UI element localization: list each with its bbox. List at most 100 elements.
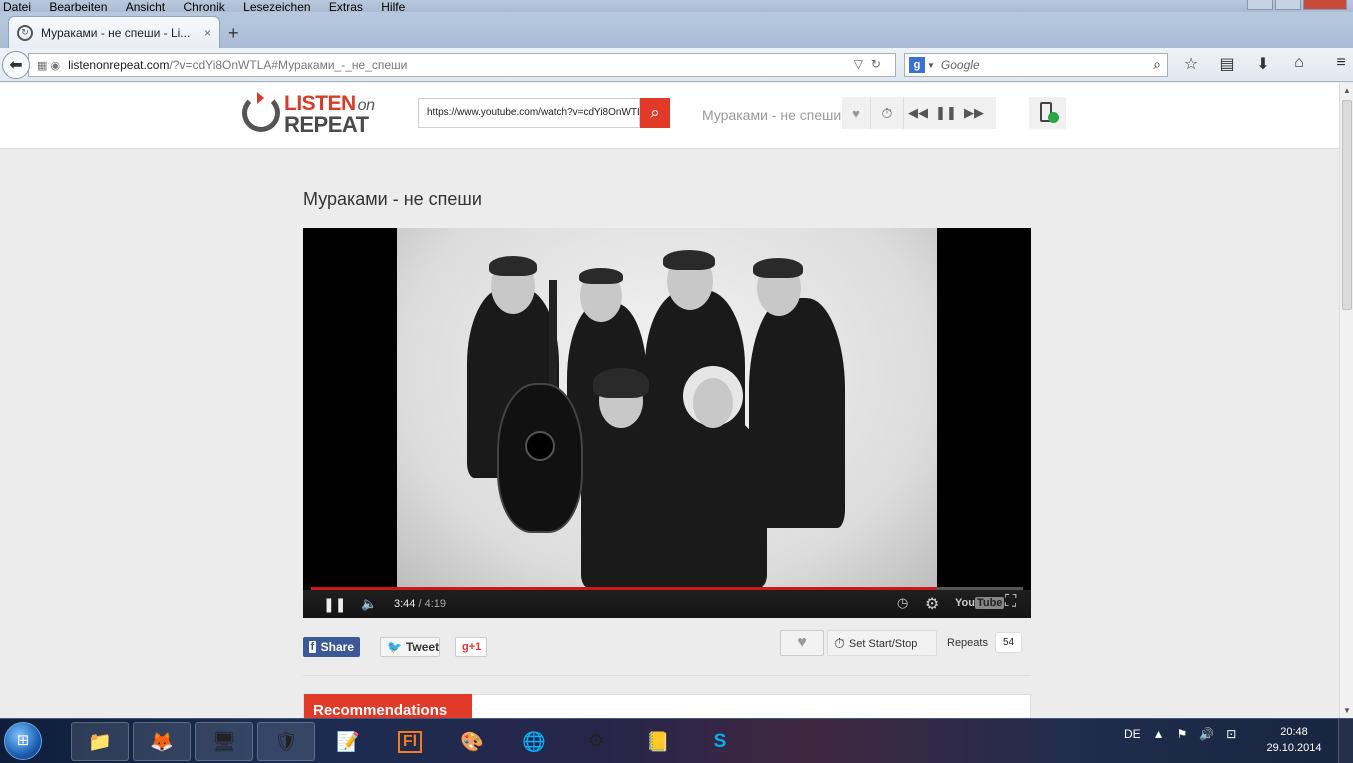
url-bar[interactable]: ▦ ◉ listenonrepeat.com/?v=cdYi8OnWTLA#Му…: [28, 53, 896, 77]
scroll-down-icon[interactable]: ▼: [1343, 706, 1351, 715]
divider: [303, 675, 1031, 676]
fullscreen-icon[interactable]: ⛶: [1005, 593, 1016, 611]
heart-icon[interactable]: ♥: [842, 106, 870, 121]
next-icon[interactable]: ▶▶: [960, 105, 988, 121]
show-desktop-button[interactable]: [1338, 719, 1353, 763]
menu-view[interactable]: Ansicht: [126, 1, 165, 12]
watch-later-icon[interactable]: ◷: [897, 595, 908, 611]
editor-icon: 📝: [336, 731, 360, 753]
skype-icon: S: [713, 730, 727, 752]
taskbar-taskmanager[interactable]: 🖥: [195, 722, 253, 761]
palette-icon: 🎨: [460, 731, 484, 753]
volume-icon[interactable]: 🔊: [1199, 727, 1214, 741]
navigation-bar: ▦ ◉ listenonrepeat.com/?v=cdYi8OnWTLA#Му…: [0, 48, 1353, 82]
facebook-share-button[interactable]: f Share: [303, 637, 360, 657]
mobile-app-button[interactable]: [1029, 97, 1066, 129]
download-icon[interactable]: ⬇: [1252, 54, 1274, 74]
toolbar-icons: ☆ ▤ ⬇ ⌂ ≡: [1180, 54, 1352, 74]
menu-edit[interactable]: Bearbeiten: [49, 1, 107, 12]
back-button[interactable]: ⬅: [2, 51, 30, 79]
scroll-up-icon[interactable]: ▲: [1343, 86, 1351, 95]
taskbar-steam[interactable]: ⚙: [567, 722, 625, 761]
home-icon[interactable]: ⌂: [1288, 54, 1310, 74]
site-favicon-icon: ↻: [17, 24, 33, 41]
language-indicator[interactable]: DE: [1124, 727, 1141, 741]
pause-icon[interactable]: ❚❚: [323, 596, 346, 613]
page-scrollbar[interactable]: ▲ ▼: [1339, 83, 1353, 718]
close-window-button[interactable]: [1303, 0, 1347, 10]
guitar-neck: [549, 280, 557, 390]
youtube-url-input[interactable]: https://www.youtube.com/watch?v=cdYi8OnW…: [418, 98, 640, 128]
menu-hamburger-icon[interactable]: ≡: [1330, 54, 1352, 74]
listenonrepeat-logo[interactable]: LISTEN on REPEAT: [240, 92, 400, 138]
tab-active[interactable]: ↻ Мураками - не спеши - Li... ×: [8, 16, 220, 48]
new-tab-button[interactable]: +: [228, 24, 239, 42]
recommendations-panel: Recommendations: [303, 694, 1031, 718]
show-hidden-icons-icon[interactable]: ▲: [1153, 727, 1165, 741]
tweet-button[interactable]: 🐦 Tweet: [380, 637, 440, 657]
video-time: 3:44 / 4:19: [394, 598, 447, 610]
menu-file[interactable]: Datei: [3, 1, 31, 12]
search-bar[interactable]: g ▼ Google ⌕: [904, 53, 1168, 77]
set-start-stop-button[interactable]: ⏱ Set Start/Stop: [827, 630, 937, 656]
menu-bar: Datei Bearbeiten Ansicht Chronik Lesezei…: [0, 0, 1353, 12]
settings-gear-icon[interactable]: ⚙: [925, 594, 939, 614]
taskbar-google-earth[interactable]: 🌐: [505, 722, 563, 761]
taskbar-editor[interactable]: 📝: [319, 722, 377, 761]
bookmark-star-icon[interactable]: ☆: [1180, 54, 1202, 74]
menu-history[interactable]: Chronik: [183, 1, 224, 12]
video-frame-band-photo: [397, 228, 937, 588]
engine-dropdown-icon[interactable]: ▼: [927, 61, 935, 70]
search-icon[interactable]: ⌕: [1153, 56, 1161, 73]
maximize-button[interactable]: [1275, 0, 1301, 10]
google-plus-button[interactable]: g +1: [455, 637, 487, 657]
system-clock[interactable]: 20:48 29.10.2014: [1262, 724, 1326, 756]
reload-icon[interactable]: ▽↻: [854, 57, 889, 71]
action-center-flag-icon[interactable]: ⚑: [1177, 727, 1188, 741]
taskbar-flash[interactable]: Fl: [381, 722, 439, 761]
system-tray: DE ▲ ⚑ 🔊 ⊡: [1124, 727, 1236, 741]
menu-bookmarks[interactable]: Lesezeichen: [243, 1, 310, 12]
download-badge-icon: [1048, 112, 1059, 123]
recommendations-tab[interactable]: Recommendations: [304, 694, 472, 718]
windows-logo-icon: ⊞: [16, 732, 30, 749]
taskbar-explorer[interactable]: 📁: [71, 722, 129, 761]
taskbar-firefox[interactable]: 🦊: [133, 722, 191, 761]
twitter-bird-icon: 🐦: [387, 640, 402, 654]
stopwatch-icon: ⏱: [834, 635, 845, 651]
bookmarks-list-icon[interactable]: ▤: [1216, 54, 1238, 74]
timer-icon[interactable]: ⏱: [870, 97, 904, 129]
search-placeholder: Google: [940, 58, 980, 72]
close-tab-icon[interactable]: ×: [204, 26, 211, 40]
menu-help[interactable]: Hilfe: [381, 1, 405, 12]
like-button[interactable]: ♥: [780, 630, 824, 656]
steam-icon: ⚙: [587, 731, 605, 752]
folder-icon: 📁: [88, 731, 112, 753]
volume-icon[interactable]: 🔈: [361, 596, 377, 612]
app-shield-icon: 🛡: [273, 731, 299, 753]
minimize-button[interactable]: [1247, 0, 1273, 10]
video-player[interactable]: ❚❚ 🔈 3:44 / 4:19 ◷ ⚙ You Tube ⛶: [303, 228, 1031, 618]
menu-tools[interactable]: Extras: [329, 1, 363, 12]
pause-icon[interactable]: ❚❚: [932, 105, 960, 121]
taskbar-paint[interactable]: 🎨: [443, 722, 501, 761]
scroll-thumb[interactable]: [1342, 100, 1352, 310]
repeats-count: 54: [995, 632, 1022, 653]
windows-taskbar: ⊞ 📁 🦊 🖥 🛡 📝 Fl 🎨 🌐 ⚙ 📒 S DE ▲ ⚑ 🔊 ⊡ 20:4…: [0, 718, 1353, 763]
taskbar-skype[interactable]: S: [691, 722, 749, 761]
monitor-icon: 🖥: [211, 731, 237, 753]
previous-icon[interactable]: ◀◀: [904, 105, 932, 121]
search-icon: ⌕: [650, 103, 660, 122]
repeats-label: Repeats: [947, 637, 988, 649]
window-controls: [1247, 0, 1347, 10]
search-submit-button[interactable]: ⌕: [640, 98, 670, 128]
taskbar-app[interactable]: 🛡: [257, 722, 315, 761]
web-page: LISTEN on REPEAT https://www.youtube.com/…: [0, 83, 1339, 718]
youtube-logo-button[interactable]: You Tube: [955, 597, 1005, 609]
tab-strip: ↻ Мураками - не спеши - Li... × +: [0, 12, 1353, 48]
taskbar-notes[interactable]: 📒: [629, 722, 687, 761]
google-engine-icon[interactable]: g: [909, 57, 925, 73]
start-button[interactable]: ⊞: [4, 722, 42, 760]
now-playing-title: Мураками - не спеши: [702, 107, 842, 123]
network-icon[interactable]: ⊡: [1226, 727, 1236, 741]
